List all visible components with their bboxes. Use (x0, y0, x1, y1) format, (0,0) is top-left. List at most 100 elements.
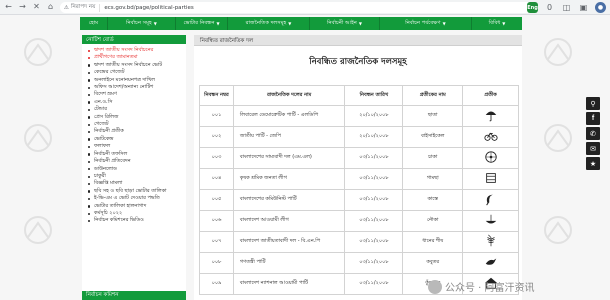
sidebar-link[interactable]: নির্বাচন কমিশনের ভিডিও (88, 217, 184, 224)
nav-item-miscellaneous[interactable]: বিবিধ ▼ (472, 17, 522, 30)
boat-icon (485, 214, 496, 224)
sidebar-link[interactable]: অফিস আদেশ/অন্যান্য নোটিশ (88, 84, 184, 91)
cell-registration-date: ০৩/১১/২০০৮ (344, 273, 404, 295)
nav-item-elections[interactable]: নির্বাচন সমূহ ▼ (108, 17, 176, 30)
sidebar-link[interactable]: ই-ভি-এম এ ভোট দেওয়ার পদ্ধতি (88, 195, 184, 202)
nav-item-political-parties[interactable]: রাজনৈতিক দলসমূহ ▼ (228, 17, 310, 30)
notice-board-sidebar: নোটিশ বোর্ড দ্বাদশ জাতীয় সংসদ নির্বাচনে… (82, 35, 186, 300)
wechat-logo-icon (428, 279, 442, 294)
sidebar-link[interactable]: নির্বাচনী প্রতীক (88, 128, 184, 135)
sidebar-link[interactable]: ছবি সহ ও ছবি ছাড়া ভোটার তালিকা (88, 188, 184, 195)
url-text[interactable]: ecs.gov.bd/page/political-parties (100, 5, 193, 11)
cell-party-name: বাংলাদেশের সাম্যবাদী দল (এম.এল) (232, 147, 346, 169)
share-toolbar: ⚲ f ✆ ✉ ★ (586, 97, 600, 170)
sidebar-link[interactable]: বিজ্ঞপ্তি মামলা (88, 180, 184, 187)
emblem-watermark-icon (544, 216, 572, 244)
cell-symbol (462, 252, 519, 274)
cell-symbol (462, 147, 519, 169)
sidebar-link[interactable]: প্রেস রিলিজ (88, 114, 184, 121)
close-icon[interactable]: ✕ (31, 2, 42, 13)
cell-registration-number: ০০২ (199, 126, 234, 148)
nav-item-label: বিবিধ (488, 19, 501, 26)
warning-icon: ⚠ (64, 4, 69, 11)
bookmark-star-icon[interactable]: ★ (586, 157, 600, 170)
back-arrow-icon[interactable]: ← (3, 2, 14, 13)
bicycle-icon (484, 132, 498, 141)
sidebar-link[interactable]: কেন্দ্রের গেজেট (88, 69, 184, 76)
emblem-watermark-icon (24, 38, 52, 66)
sidebar-link[interactable]: বিদেশ ভ্রমণ (88, 91, 184, 98)
address-bar[interactable]: ⚠ নিরাপদ নয় ecs.gov.bd/page/political-p… (60, 2, 538, 13)
cell-registration-number: ০০১ (199, 105, 234, 127)
cell-registration-date: ০৩/১১/২০০৮ (344, 168, 404, 190)
cell-symbol-name: ধানের শীষ (402, 231, 464, 253)
security-indicator[interactable]: ⚠ নিরাপদ নয় (60, 3, 101, 12)
table-body: ০০১ লিবারেল ডেমোক্রেটিক পার্টি - এলডিপি ২০… (199, 105, 519, 295)
nav-item-label: নির্বাচন পর্যবেক্ষণ (405, 19, 441, 26)
extension-badge[interactable]: 0 (544, 2, 555, 13)
cell-symbol-name: ছাতা (402, 105, 464, 127)
profile-avatar[interactable]: ● (595, 2, 606, 13)
forward-arrow-icon[interactable]: → (17, 2, 28, 13)
main-navigation: হোম নির্বাচন সমূহ ▼ ভোটার নিবন্ধন ▼ রাজনৈত… (80, 17, 522, 30)
sidebar-link[interactable]: প্রার্থীগণের জামানতমা (88, 54, 184, 61)
cell-registration-date: ০৩/১১/২০০৮ (344, 210, 404, 232)
nav-item-label: নির্বাচন সমূহ (126, 19, 152, 26)
table-row: ০০৪ কৃষক শ্রমিক জনতা লীগ ০৩/১১/২০০৮ গামছা (199, 168, 519, 190)
home-icon[interactable]: ⌂ (45, 2, 56, 13)
share-icon[interactable]: ⚲ (586, 97, 600, 110)
caret-down-icon: ▼ (442, 21, 446, 26)
table-row: ০০৫ বাংলাদেশের কমিউনিস্ট পার্টি ০৩/১১/২০০৮… (199, 189, 519, 211)
cell-party-name: জাতীয় পার্টি - জেপি (232, 126, 346, 148)
puzzle-extensions-icon[interactable]: ◫ (561, 2, 572, 13)
table-row: ০০৮ গণতন্ত্রী পার্টি ০৩/১১/২০০৮ কবুতর (199, 252, 519, 274)
nav-item-home[interactable]: হোম (80, 17, 108, 30)
cell-registration-number: ০০৮ (199, 252, 234, 274)
sidebar-title: নোটিশ বোর্ড (82, 35, 186, 44)
sidebar-link[interactable]: চাকুরী (88, 173, 184, 180)
nav-item-label: নির্বাচনী আইন (327, 19, 357, 26)
section-title: নিবন্ধিত রাজনৈতিক দল (194, 35, 522, 46)
cell-symbol (462, 231, 519, 253)
column-header-symbol-name: প্রতীকের নাম (402, 85, 464, 106)
sidebar-link[interactable]: ভোটার তালিকা হালনাগাদ (88, 203, 184, 210)
emblem-watermark-icon (24, 216, 52, 244)
sidebar-link[interactable]: ডাউনলোড (88, 166, 184, 173)
sidebar-link[interactable]: অনলাইনে মনোনয়নপত্র দাখিল (88, 77, 184, 84)
email-icon[interactable]: ✉ (586, 142, 600, 155)
cell-party-name: বাংলাদেশ আওয়ামী লীগ (232, 210, 346, 232)
cell-symbol-name: বাইসাইকেল (402, 126, 464, 148)
parties-table: নিবন্ধন নম্বর রাজনৈতিক দলের নাম নিবন্ধন … (199, 85, 519, 295)
sidebar-link[interactable]: নির্বাচনী প্রতিবেদন (88, 158, 184, 165)
caret-down-icon: ▼ (288, 21, 292, 26)
watermark-text: 公众号 · 阿富汗资讯 (445, 283, 535, 294)
cell-party-name: বাংলাদেশের কমিউনিস্ট পার্টি (232, 189, 346, 211)
side-panel-icon[interactable]: ▣ (578, 2, 589, 13)
nav-item-election-law[interactable]: নির্বাচনী আইন ▼ (310, 17, 380, 30)
cell-registration-number: ০০৪ (199, 168, 234, 190)
cell-party-name: বাংলাদেশ ন্যাশনাল আওয়ামী পার্টি (232, 273, 346, 295)
caret-down-icon: ▼ (216, 21, 220, 26)
language-extension-icon[interactable]: Eng (527, 2, 538, 13)
nav-item-label: হোম (88, 19, 99, 26)
sidebar-link[interactable]: ফলাফল (88, 143, 184, 150)
column-header-symbol: প্রতীক (462, 85, 519, 106)
nav-item-voter-registration[interactable]: ভোটার নিবন্ধন ▼ (176, 17, 228, 30)
sidebar-link[interactable]: টেন্ডার (88, 106, 184, 113)
cell-registration-number: ০০৭ (199, 231, 234, 253)
caret-down-icon: ▼ (153, 21, 157, 26)
emblem-watermark-icon (24, 124, 52, 152)
cell-registration-date: ০৩/১১/২০০৮ (344, 231, 404, 253)
nav-item-election-observation[interactable]: নির্বাচন পর্যবেক্ষণ ▼ (380, 17, 472, 30)
cell-symbol (462, 210, 519, 232)
sidebar-link[interactable]: ভোটকেন্দ্র (88, 136, 184, 143)
column-header-registration-number: নিবন্ধন নম্বর (199, 85, 234, 106)
cell-symbol-name: কবুতর (402, 252, 464, 274)
table-row: ০০৬ বাংলাদেশ আওয়ামী লীগ ০৩/১১/২০০৮ নৌকা (199, 210, 519, 232)
facebook-icon[interactable]: f (586, 112, 600, 125)
phone-icon[interactable]: ✆ (586, 127, 600, 140)
table-row: ০০২ জাতীয় পার্টি - জেপি ২০/১০/২০০৮ বাইসাইক… (199, 126, 519, 148)
sidebar-link[interactable]: নির্বাচনী তফসিল (88, 151, 184, 158)
cell-registration-date: ২০/১০/২০০৮ (344, 105, 404, 127)
column-header-registration-date: নিবন্ধন তারিখ (344, 85, 404, 106)
